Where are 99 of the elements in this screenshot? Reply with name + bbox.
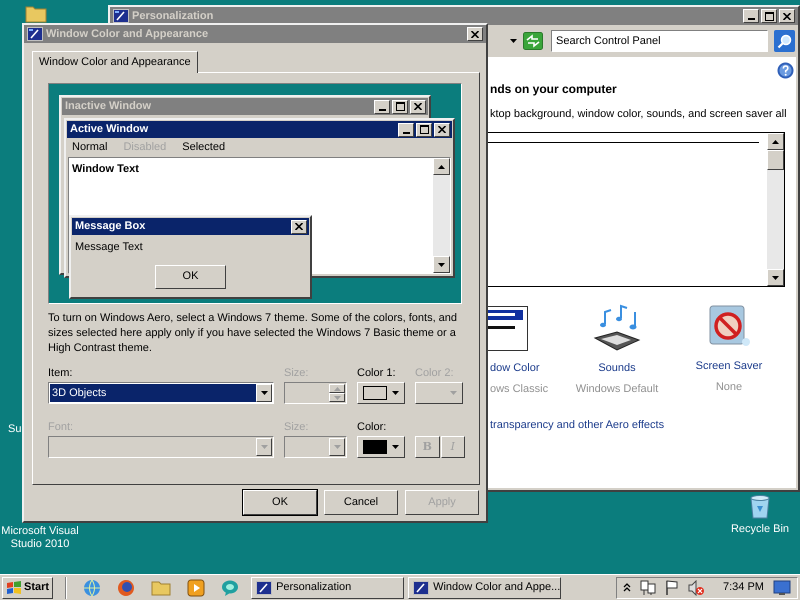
caret-icon — [392, 391, 399, 395]
menu-item[interactable]: Selected — [180, 139, 228, 156]
window-icon — [113, 9, 129, 23]
media-player-icon[interactable] — [187, 578, 206, 596]
message-text: Message Text — [74, 240, 144, 255]
desktop-icon[interactable] — [773, 580, 791, 596]
down-arrow-icon — [438, 262, 445, 266]
item-detail: ows Classic — [489, 382, 548, 396]
start-button[interactable]: Start — [2, 576, 54, 598]
maximize-icon — [764, 12, 774, 20]
field-label: Color: — [357, 420, 388, 435]
dialog-button[interactable]: OK — [243, 490, 317, 515]
window-icon — [27, 27, 43, 41]
desktop-icon-label[interactable]: Microsoft Visual Studio 2010 — [0, 525, 80, 551]
window-title: Inactive Window — [65, 99, 152, 114]
description: ktop background, window color, sounds, and screen saver all — [490, 107, 787, 121]
scroll-up-button[interactable] — [767, 133, 784, 150]
dropdown-button[interactable] — [256, 384, 272, 402]
scrollbar[interactable] — [767, 133, 784, 286]
close-button[interactable] — [779, 9, 795, 23]
window-title: Message Box — [75, 219, 146, 234]
caret-icon — [392, 445, 399, 449]
heading: nds on your computer — [490, 81, 618, 98]
item-link[interactable]: Screen Saver — [696, 358, 762, 374]
dialog-button[interactable]: Cancel — [324, 490, 398, 515]
taskbar-button[interactable]: Personalization — [251, 576, 404, 598]
close-icon — [295, 223, 303, 230]
close-button[interactable] — [410, 100, 426, 114]
item-link[interactable]: Sounds — [598, 360, 636, 376]
down-arrow-icon — [772, 276, 779, 280]
close-icon — [471, 30, 479, 38]
taskbar-button[interactable]: Window Color and Appe... — [408, 576, 562, 598]
dropdown-arrow-icon — [510, 39, 517, 43]
scroll-thumb[interactable] — [767, 150, 784, 170]
ok-button[interactable]: OK — [155, 264, 226, 288]
description: To turn on Windows Aero, select a Windows 7 theme. Some of the colors, fonts, and sizes selected here apply only if you have selected the Windows 7 Basic theme or a High Contrast theme. — [48, 311, 458, 356]
item-detail: Windows Default — [576, 382, 658, 396]
caret-icon — [260, 445, 268, 449]
color-picker-button[interactable] — [357, 436, 405, 458]
window-title: Personalization — [132, 8, 214, 24]
volume-muted-icon[interactable] — [688, 580, 704, 596]
minimize-button[interactable] — [374, 100, 390, 114]
tab[interactable]: Window Color and Appearance — [32, 51, 198, 73]
scroll-down-button[interactable] — [433, 256, 450, 273]
scroll-up-button[interactable] — [433, 158, 450, 175]
up-arrow-icon — [772, 140, 779, 144]
search-icon — [777, 34, 792, 48]
desktop-icon-label[interactable]: Recycle Bin — [728, 521, 792, 538]
dropdown-field[interactable]: 3D Objects — [48, 382, 274, 404]
search-button[interactable] — [774, 30, 795, 52]
window-title: Active Window — [70, 122, 150, 138]
minimize-icon — [378, 108, 386, 110]
clock[interactable]: 7:34 PM — [723, 579, 764, 596]
maximize-button[interactable] — [392, 100, 408, 114]
maximize-icon — [420, 125, 428, 134]
window-icon — [413, 580, 430, 594]
window-title: Window Color and Appearance — [46, 26, 210, 42]
color-picker-button[interactable] — [357, 382, 405, 404]
caret-icon — [450, 391, 457, 395]
close-button[interactable] — [291, 220, 307, 234]
close-button[interactable] — [434, 122, 450, 136]
globe-icon[interactable] — [83, 578, 102, 596]
maximize-button[interactable] — [416, 122, 432, 136]
scrollbar[interactable] — [433, 158, 450, 273]
minimize-icon — [748, 18, 754, 20]
refresh-icon[interactable] — [523, 32, 543, 50]
item-detail: None — [716, 380, 742, 394]
field-label: Color 1: — [357, 366, 397, 381]
menu-item[interactable]: Normal — [70, 139, 110, 156]
fox-browser-icon[interactable] — [117, 578, 136, 596]
network-icon[interactable] — [640, 580, 656, 596]
search-field[interactable]: Search Control Panel — [551, 30, 768, 52]
caret-icon — [260, 391, 268, 395]
item-link[interactable]: dow Color — [485, 360, 540, 376]
chevron-up-icon[interactable] — [623, 583, 631, 592]
settings-link[interactable]: transparency and other Aero effects — [490, 417, 788, 434]
recycle-bin-icon[interactable] — [748, 494, 772, 519]
close-icon — [438, 126, 446, 133]
desktop-icon-label[interactable]: Su — [8, 421, 22, 438]
down-arrow-icon — [334, 396, 340, 400]
up-arrow-icon — [438, 164, 445, 168]
field-label: Item: — [48, 366, 74, 381]
caret-icon — [334, 445, 340, 449]
up-arrow-icon — [334, 386, 340, 390]
minimize-button[interactable] — [743, 9, 759, 23]
window-icon[interactable] — [485, 304, 529, 352]
close-icon — [783, 12, 791, 20]
close-button[interactable] — [467, 27, 483, 41]
window-icon — [256, 580, 272, 594]
maximize-button[interactable] — [761, 9, 777, 23]
scroll-down-button[interactable] — [767, 269, 784, 286]
flag-icon[interactable] — [665, 580, 679, 596]
help-icon[interactable] — [777, 62, 794, 79]
maximize-icon — [396, 102, 404, 111]
windows-logo-icon — [6, 580, 22, 594]
window-text: Window Text — [72, 162, 140, 177]
minimize-icon — [402, 132, 410, 134]
minimize-button[interactable] — [398, 122, 414, 136]
close-icon — [414, 103, 422, 110]
